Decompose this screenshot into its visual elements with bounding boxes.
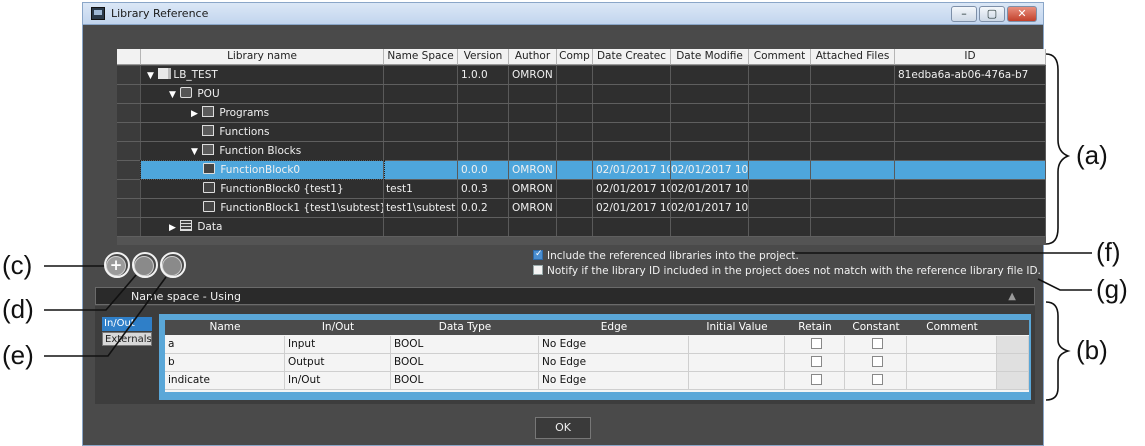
label-e: (e)	[2, 340, 34, 370]
label-b: (b)	[1076, 335, 1108, 365]
label-d: (d)	[2, 294, 34, 324]
callout-lines	[44, 53, 1092, 401]
ring-d	[132, 252, 158, 278]
label-a: (a)	[1076, 140, 1108, 170]
ring-c	[104, 252, 130, 278]
leader-e	[44, 276, 167, 357]
brace-a	[1045, 53, 1071, 245]
label-c: (c)	[2, 250, 33, 280]
leader-g	[1037, 278, 1092, 291]
label-g: (g)	[1096, 274, 1128, 304]
label-f: (f)	[1096, 237, 1121, 267]
ring-e	[160, 252, 186, 278]
leader-d	[44, 274, 137, 311]
brace-b	[1045, 301, 1071, 401]
